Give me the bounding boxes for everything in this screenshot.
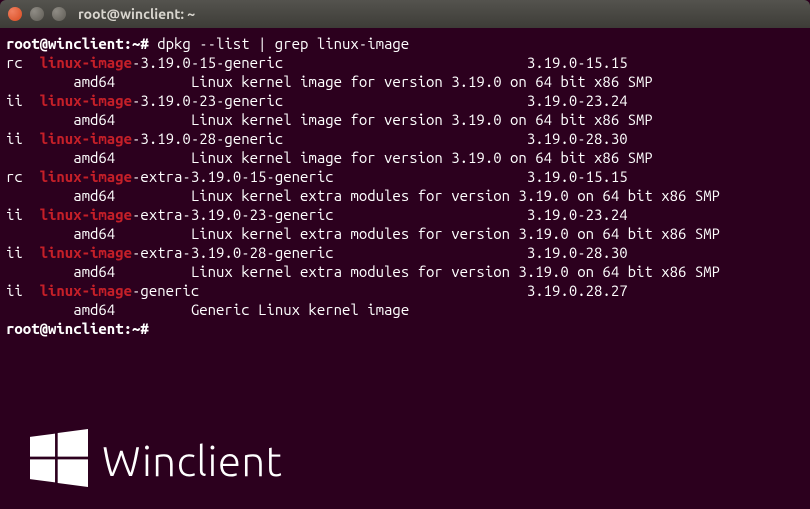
- command-text: dpkg --list | grep linux-image: [157, 35, 409, 52]
- pkg-name-highlight: linux-image: [40, 244, 132, 261]
- pkg-desc: Generic Linux kernel image: [191, 301, 409, 318]
- pkg-desc: Linux kernel extra modules for version 3…: [191, 187, 720, 204]
- pkg-name-suffix: -extra-3.19.0-23-generic: [132, 206, 527, 223]
- pkg-status: ii: [6, 282, 40, 299]
- pkg-version: 3.19.0-15.15: [527, 54, 628, 71]
- windows-logo-icon: [30, 429, 88, 491]
- prompt-line: root@winclient:~#: [6, 319, 804, 338]
- package-desc-row: amd64 Linux kernel image for version 3.1…: [6, 110, 804, 129]
- terminal-output[interactable]: root@winclient:~# dpkg --list | grep lin…: [0, 28, 810, 344]
- pkg-name-suffix: -3.19.0-28-generic: [132, 130, 527, 147]
- pkg-name-highlight: linux-image: [40, 282, 132, 299]
- package-row: rc linux-image-3.19.0-15-generic 3.19.0-…: [6, 53, 804, 72]
- pkg-desc: Linux kernel image for version 3.19.0 on…: [191, 73, 653, 90]
- package-row: rc linux-image-extra-3.19.0-15-generic 3…: [6, 167, 804, 186]
- pkg-status: ii: [6, 206, 40, 223]
- pkg-version: 3.19.0-28.30: [527, 130, 628, 147]
- pkg-version: 3.19.0.28.27: [527, 282, 628, 299]
- package-row: ii linux-image-extra-3.19.0-28-generic 3…: [6, 243, 804, 262]
- watermark: Winclient: [30, 429, 282, 491]
- package-row: ii linux-image-3.19.0-28-generic 3.19.0-…: [6, 129, 804, 148]
- pkg-name-suffix: -3.19.0-23-generic: [132, 92, 527, 109]
- package-row: ii linux-image-generic 3.19.0.28.27: [6, 281, 804, 300]
- pkg-status: ii: [6, 92, 40, 109]
- watermark-text: Winclient: [102, 437, 282, 484]
- package-desc-row: amd64 Linux kernel extra modules for ver…: [6, 262, 804, 281]
- pkg-arch: amd64: [6, 111, 191, 128]
- pkg-arch: amd64: [6, 263, 191, 280]
- maximize-icon[interactable]: [52, 7, 66, 21]
- prompt: root@winclient:~#: [6, 320, 157, 337]
- package-desc-row: amd64 Generic Linux kernel image: [6, 300, 804, 319]
- package-desc-row: amd64 Linux kernel extra modules for ver…: [6, 186, 804, 205]
- package-desc-row: amd64 Linux kernel image for version 3.1…: [6, 148, 804, 167]
- pkg-version: 3.19.0-23.24: [527, 206, 628, 223]
- pkg-arch: amd64: [6, 149, 191, 166]
- minimize-icon[interactable]: [30, 7, 44, 21]
- pkg-version: 3.19.0-15.15: [527, 168, 628, 185]
- package-desc-row: amd64 Linux kernel image for version 3.1…: [6, 72, 804, 91]
- pkg-name-suffix: -3.19.0-15-generic: [132, 54, 527, 71]
- pkg-version: 3.19.0-28.30: [527, 244, 628, 261]
- pkg-desc: Linux kernel extra modules for version 3…: [191, 225, 720, 242]
- pkg-desc: Linux kernel extra modules for version 3…: [191, 263, 720, 280]
- pkg-arch: amd64: [6, 301, 191, 318]
- pkg-version: 3.19.0-23.24: [527, 92, 628, 109]
- pkg-desc: Linux kernel image for version 3.19.0 on…: [191, 149, 653, 166]
- pkg-name-highlight: linux-image: [40, 168, 132, 185]
- command-line: root@winclient:~# dpkg --list | grep lin…: [6, 34, 804, 53]
- pkg-status: rc: [6, 168, 40, 185]
- titlebar: root@winclient: ~: [0, 0, 810, 28]
- pkg-desc: Linux kernel image for version 3.19.0 on…: [191, 111, 653, 128]
- pkg-status: ii: [6, 130, 40, 147]
- pkg-name-suffix: -extra-3.19.0-28-generic: [132, 244, 527, 261]
- pkg-name-highlight: linux-image: [40, 54, 132, 71]
- pkg-arch: amd64: [6, 225, 191, 242]
- pkg-name-highlight: linux-image: [40, 92, 132, 109]
- package-row: ii linux-image-3.19.0-23-generic 3.19.0-…: [6, 91, 804, 110]
- package-row: ii linux-image-extra-3.19.0-23-generic 3…: [6, 205, 804, 224]
- pkg-name-suffix: -generic: [132, 282, 527, 299]
- pkg-arch: amd64: [6, 187, 191, 204]
- pkg-status: ii: [6, 244, 40, 261]
- pkg-name-suffix: -extra-3.19.0-15-generic: [132, 168, 527, 185]
- window-title: root@winclient: ~: [78, 6, 195, 22]
- close-icon[interactable]: [8, 7, 22, 21]
- pkg-arch: amd64: [6, 73, 191, 90]
- pkg-name-highlight: linux-image: [40, 130, 132, 147]
- prompt: root@winclient:~#: [6, 35, 157, 52]
- pkg-name-highlight: linux-image: [40, 206, 132, 223]
- package-desc-row: amd64 Linux kernel extra modules for ver…: [6, 224, 804, 243]
- pkg-status: rc: [6, 54, 40, 71]
